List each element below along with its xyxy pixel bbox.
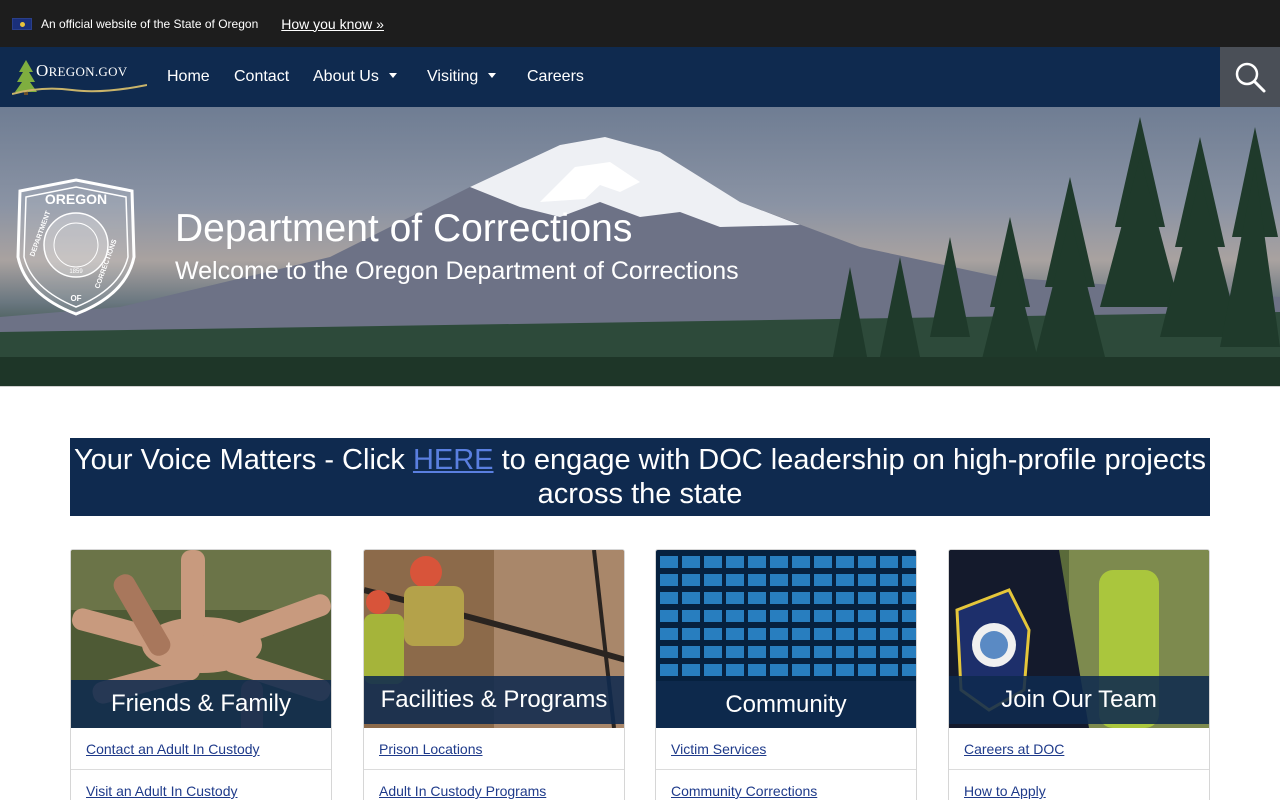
card-title[interactable]: Friends & Family (71, 680, 331, 728)
page-title: Department of Corrections (175, 207, 633, 250)
card-link[interactable]: Prison Locations (364, 728, 624, 770)
card-link[interactable]: Careers at DOC (949, 728, 1209, 770)
nav-contact[interactable]: Contact (234, 47, 289, 107)
search-button[interactable] (1220, 47, 1280, 107)
card-title[interactable]: Facilities & Programs (364, 676, 624, 724)
seal-bottom-text: OF (70, 294, 81, 303)
main-nav: OREGON.GOV Home Contact About Us Visitin… (0, 47, 1280, 107)
card-image: Community (656, 550, 916, 728)
doc-seal-logo: OREGON DEPARTMENT OF CORRECTIONS 1859 (16, 178, 136, 316)
card-image: Facilities & Programs (364, 550, 624, 728)
voice-text-before: Your Voice Matters - Click (73, 444, 413, 476)
search-icon (1235, 62, 1266, 93)
nav-about-us-label: About Us (313, 68, 379, 85)
voice-matters-banner: Your Voice Matters - Click HERE to engag… (70, 438, 1210, 516)
oregon-flag-icon (12, 17, 32, 30)
voice-here-link[interactable]: HERE (413, 444, 494, 476)
card-link[interactable]: Contact an Adult In Custody (71, 728, 331, 770)
voice-text-after: to engage with DOC leadership on high-pr… (493, 444, 1207, 510)
card-title[interactable]: Join Our Team (949, 676, 1209, 724)
nav-visiting-label: Visiting (427, 68, 479, 85)
nav-about-us[interactable]: About Us (313, 47, 397, 107)
card-friends-family: Friends & Family Contact an Adult In Cus… (70, 549, 332, 800)
card-join-our-team: Join Our Team Careers at DOC How to Appl… (948, 549, 1210, 800)
card-link[interactable]: How to Apply (949, 770, 1209, 800)
card-image: Friends & Family (71, 550, 331, 728)
card-image: Join Our Team (949, 550, 1209, 728)
card-title[interactable]: Community (656, 681, 916, 728)
nav-visiting[interactable]: Visiting (427, 47, 497, 107)
card-link[interactable]: Victim Services (656, 728, 916, 770)
card-link[interactable]: Community Corrections (656, 770, 916, 800)
nav-careers[interactable]: Careers (527, 47, 584, 107)
card-community: Community Victim Services Community Corr… (655, 549, 917, 800)
official-banner: An official website of the State of Oreg… (0, 0, 1280, 47)
official-banner-text: An official website of the State of Oreg… (41, 16, 259, 31)
caret-down-icon (488, 73, 497, 79)
card-facilities-programs: Facilities & Programs Prison Locations A… (363, 549, 625, 800)
oregon-gov-logo[interactable]: OREGON.GOV (12, 58, 147, 96)
caret-down-icon (388, 73, 397, 79)
nav-home[interactable]: Home (167, 47, 210, 107)
seal-year-text: 1859 (69, 269, 83, 275)
logo-wordmark: OREGON.GOV (36, 61, 128, 80)
page-subtitle: Welcome to the Oregon Department of Corr… (175, 257, 739, 285)
card-link[interactable]: Visit an Adult In Custody (71, 770, 331, 800)
seal-top-text: OREGON (45, 191, 107, 207)
how-you-know-link[interactable]: How you know » (281, 16, 384, 32)
card-link[interactable]: Adult In Custody Programs (364, 770, 624, 800)
hero-banner: OREGON DEPARTMENT OF CORRECTIONS 1859 De… (0, 107, 1280, 387)
